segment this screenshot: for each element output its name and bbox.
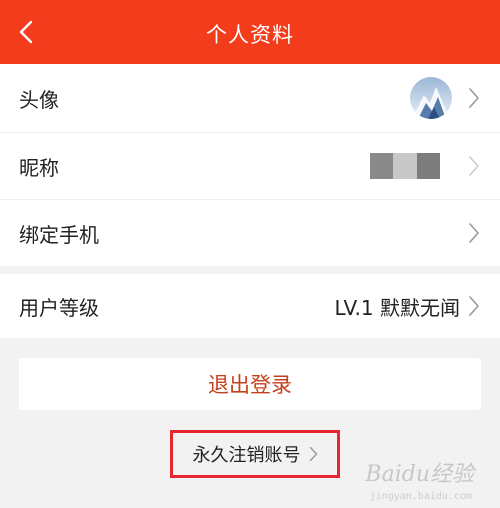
- profile-list: 头像 昵称 绑定手机: [0, 64, 500, 266]
- level-section: 用户等级 LV.1 默默无闻: [0, 274, 500, 338]
- watermark-url: jingyan.baidu.com: [369, 491, 472, 502]
- cancel-account-label: 永久注销账号: [192, 445, 301, 466]
- chevron-right-icon: [469, 223, 479, 243]
- page-title: 个人资料: [206, 23, 294, 47]
- logout-button[interactable]: 退出登录: [19, 358, 481, 410]
- chevron-right-icon: [469, 156, 479, 176]
- row-nickname-label: 昵称: [19, 155, 59, 180]
- avatar[interactable]: [410, 77, 452, 119]
- row-bind-phone[interactable]: 绑定手机: [0, 200, 500, 266]
- row-bind-phone-label: 绑定手机: [19, 222, 99, 247]
- user-level-value: LV.1 默默无闻: [334, 295, 461, 320]
- watermark-logo: Baidu经验: [365, 462, 474, 487]
- row-avatar-label: 头像: [19, 87, 59, 112]
- row-user-level[interactable]: 用户等级 LV.1 默默无闻: [0, 274, 500, 338]
- chevron-right-icon: [469, 88, 479, 108]
- row-avatar[interactable]: 头像: [0, 64, 500, 133]
- chevron-right-icon: [469, 296, 479, 316]
- cancel-account-button[interactable]: 永久注销账号: [170, 430, 340, 478]
- nickname-redacted: [370, 153, 440, 179]
- top-bar: 个人资料: [0, 0, 500, 64]
- row-nickname[interactable]: 昵称: [0, 133, 500, 200]
- chevron-right-icon: [309, 446, 317, 462]
- row-user-level-label: 用户等级: [19, 295, 99, 320]
